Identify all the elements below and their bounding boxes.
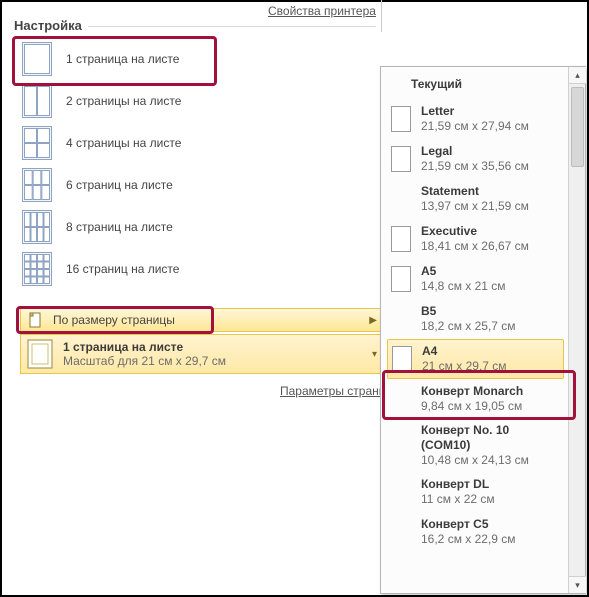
printer-properties-link[interactable]: Свойства принтера	[268, 4, 376, 18]
paper-size-option[interactable]: Letter 21,59 см x 27,94 см	[387, 99, 564, 139]
paper-size-name: Legal	[421, 144, 529, 159]
grid-icon	[20, 168, 54, 202]
paper-size-option[interactable]: Конверт C5 16,2 см x 22,9 см	[387, 512, 564, 552]
grid-icon	[20, 252, 54, 286]
paper-icon	[391, 226, 411, 252]
pages-per-sheet-option[interactable]: 6 страниц на листе	[14, 164, 374, 206]
section-divider	[88, 26, 376, 27]
paper-size-name: A5	[421, 264, 506, 279]
paper-size-option[interactable]: Executive 18,41 см x 26,67 см	[387, 219, 564, 259]
pages-per-sheet-label: 1 страница на листе	[66, 52, 179, 66]
pages-per-sheet-label: 8 страниц на листе	[66, 220, 173, 234]
paper-size-dims: 13,97 см x 21,59 см	[421, 199, 529, 214]
paper-size-dims: 18,2 см x 25,7 см	[421, 319, 516, 334]
paper-size-dims: 11 см x 22 см	[421, 492, 495, 507]
paper-size-name: B5	[421, 304, 516, 319]
grid-icon	[20, 42, 54, 76]
scale-icon	[27, 311, 45, 329]
paper-size-name: Statement	[421, 184, 529, 199]
grid-icon	[20, 84, 54, 118]
current-selection-subtitle: Масштаб для 21 см x 29,7 см	[63, 354, 226, 368]
pages-per-sheet-label: 4 страницы на листе	[66, 136, 181, 150]
paper-size-option[interactable]: A5 14,8 см x 21 см	[387, 259, 564, 299]
paper-size-option[interactable]: Конверт DL 11 см x 22 см	[387, 472, 564, 512]
pages-per-sheet-label: 16 страниц на листе	[66, 262, 179, 276]
pages-per-sheet-option[interactable]: 4 страницы на листе	[14, 122, 374, 164]
paper-size-option[interactable]: Конверт No. 10 (COM10) 10,48 см x 24,13 …	[387, 419, 564, 472]
scale-to-paper-size-menu[interactable]: По размеру страницы ▶	[20, 308, 390, 332]
scroll-up-button[interactable]: ▴	[569, 67, 586, 84]
paper-size-name: Конверт No. 10 (COM10)	[421, 423, 560, 453]
paper-size-option[interactable]: Конверт Monarch 9,84 см x 19,05 см	[387, 379, 564, 419]
pages-per-sheet-list: 1 страница на листе 2 страницы на листе …	[14, 38, 374, 290]
paper-size-dims: 16,2 см x 22,9 см	[421, 532, 516, 547]
paper-size-name: Конверт C5	[421, 517, 516, 532]
current-selection-dropdown[interactable]: 1 страница на листе Масштаб для 21 см x …	[20, 334, 390, 374]
paper-size-dims: 21,59 см x 27,94 см	[421, 119, 529, 134]
paper-size-dims: 21 см x 29,7 см	[422, 359, 507, 374]
grid-icon	[20, 126, 54, 160]
paper-size-option[interactable]: B5 18,2 см x 25,7 см	[387, 299, 564, 339]
paper-size-dims: 18,41 см x 26,67 см	[421, 239, 529, 254]
paper-size-name: Letter	[421, 104, 529, 119]
flyout-scrollbar[interactable]: ▴ ▾	[568, 67, 585, 593]
paper-size-dims: 10,48 см x 24,13 см	[421, 453, 560, 468]
section-header: Настройка	[14, 18, 82, 33]
paper-icon	[391, 106, 411, 132]
paper-size-name: Конверт Monarch	[421, 384, 523, 399]
scroll-down-button[interactable]: ▾	[569, 576, 586, 593]
paper-icon	[391, 146, 411, 172]
grid-icon	[20, 210, 54, 244]
paper-size-flyout: Текущий Letter 21,59 см x 27,94 см Legal…	[380, 66, 586, 594]
pages-per-sheet-option[interactable]: 2 страницы на листе	[14, 80, 374, 122]
flyout-heading: Текущий	[387, 73, 564, 99]
paper-size-option[interactable]: Legal 21,59 см x 35,56 см	[387, 139, 564, 179]
paper-icon	[391, 266, 411, 292]
pages-per-sheet-label: 2 страницы на листе	[66, 94, 181, 108]
scroll-thumb[interactable]	[571, 87, 584, 167]
paper-size-option[interactable]: A4 21 см x 29,7 см	[387, 339, 564, 379]
page-icon	[27, 339, 53, 369]
pages-per-sheet-option[interactable]: 1 страница на листе	[14, 38, 374, 80]
pages-per-sheet-option[interactable]: 16 страниц на листе	[14, 248, 374, 290]
vertical-divider	[381, 0, 382, 32]
paper-icon	[392, 346, 412, 372]
paper-size-dims: 9,84 см x 19,05 см	[421, 399, 523, 414]
paper-size-dims: 14,8 см x 21 см	[421, 279, 506, 294]
pages-per-sheet-option[interactable]: 8 страниц на листе	[14, 206, 374, 248]
current-selection-title: 1 страница на листе	[63, 340, 226, 354]
paper-size-option[interactable]: Statement 13,97 см x 21,59 см	[387, 179, 564, 219]
paper-size-name: Executive	[421, 224, 529, 239]
pages-per-sheet-label: 6 страниц на листе	[66, 178, 173, 192]
paper-size-name: Конверт DL	[421, 477, 495, 492]
scale-to-paper-size-label: По размеру страницы	[53, 313, 175, 327]
paper-size-dims: 21,59 см x 35,56 см	[421, 159, 529, 174]
paper-size-name: A4	[422, 344, 507, 359]
